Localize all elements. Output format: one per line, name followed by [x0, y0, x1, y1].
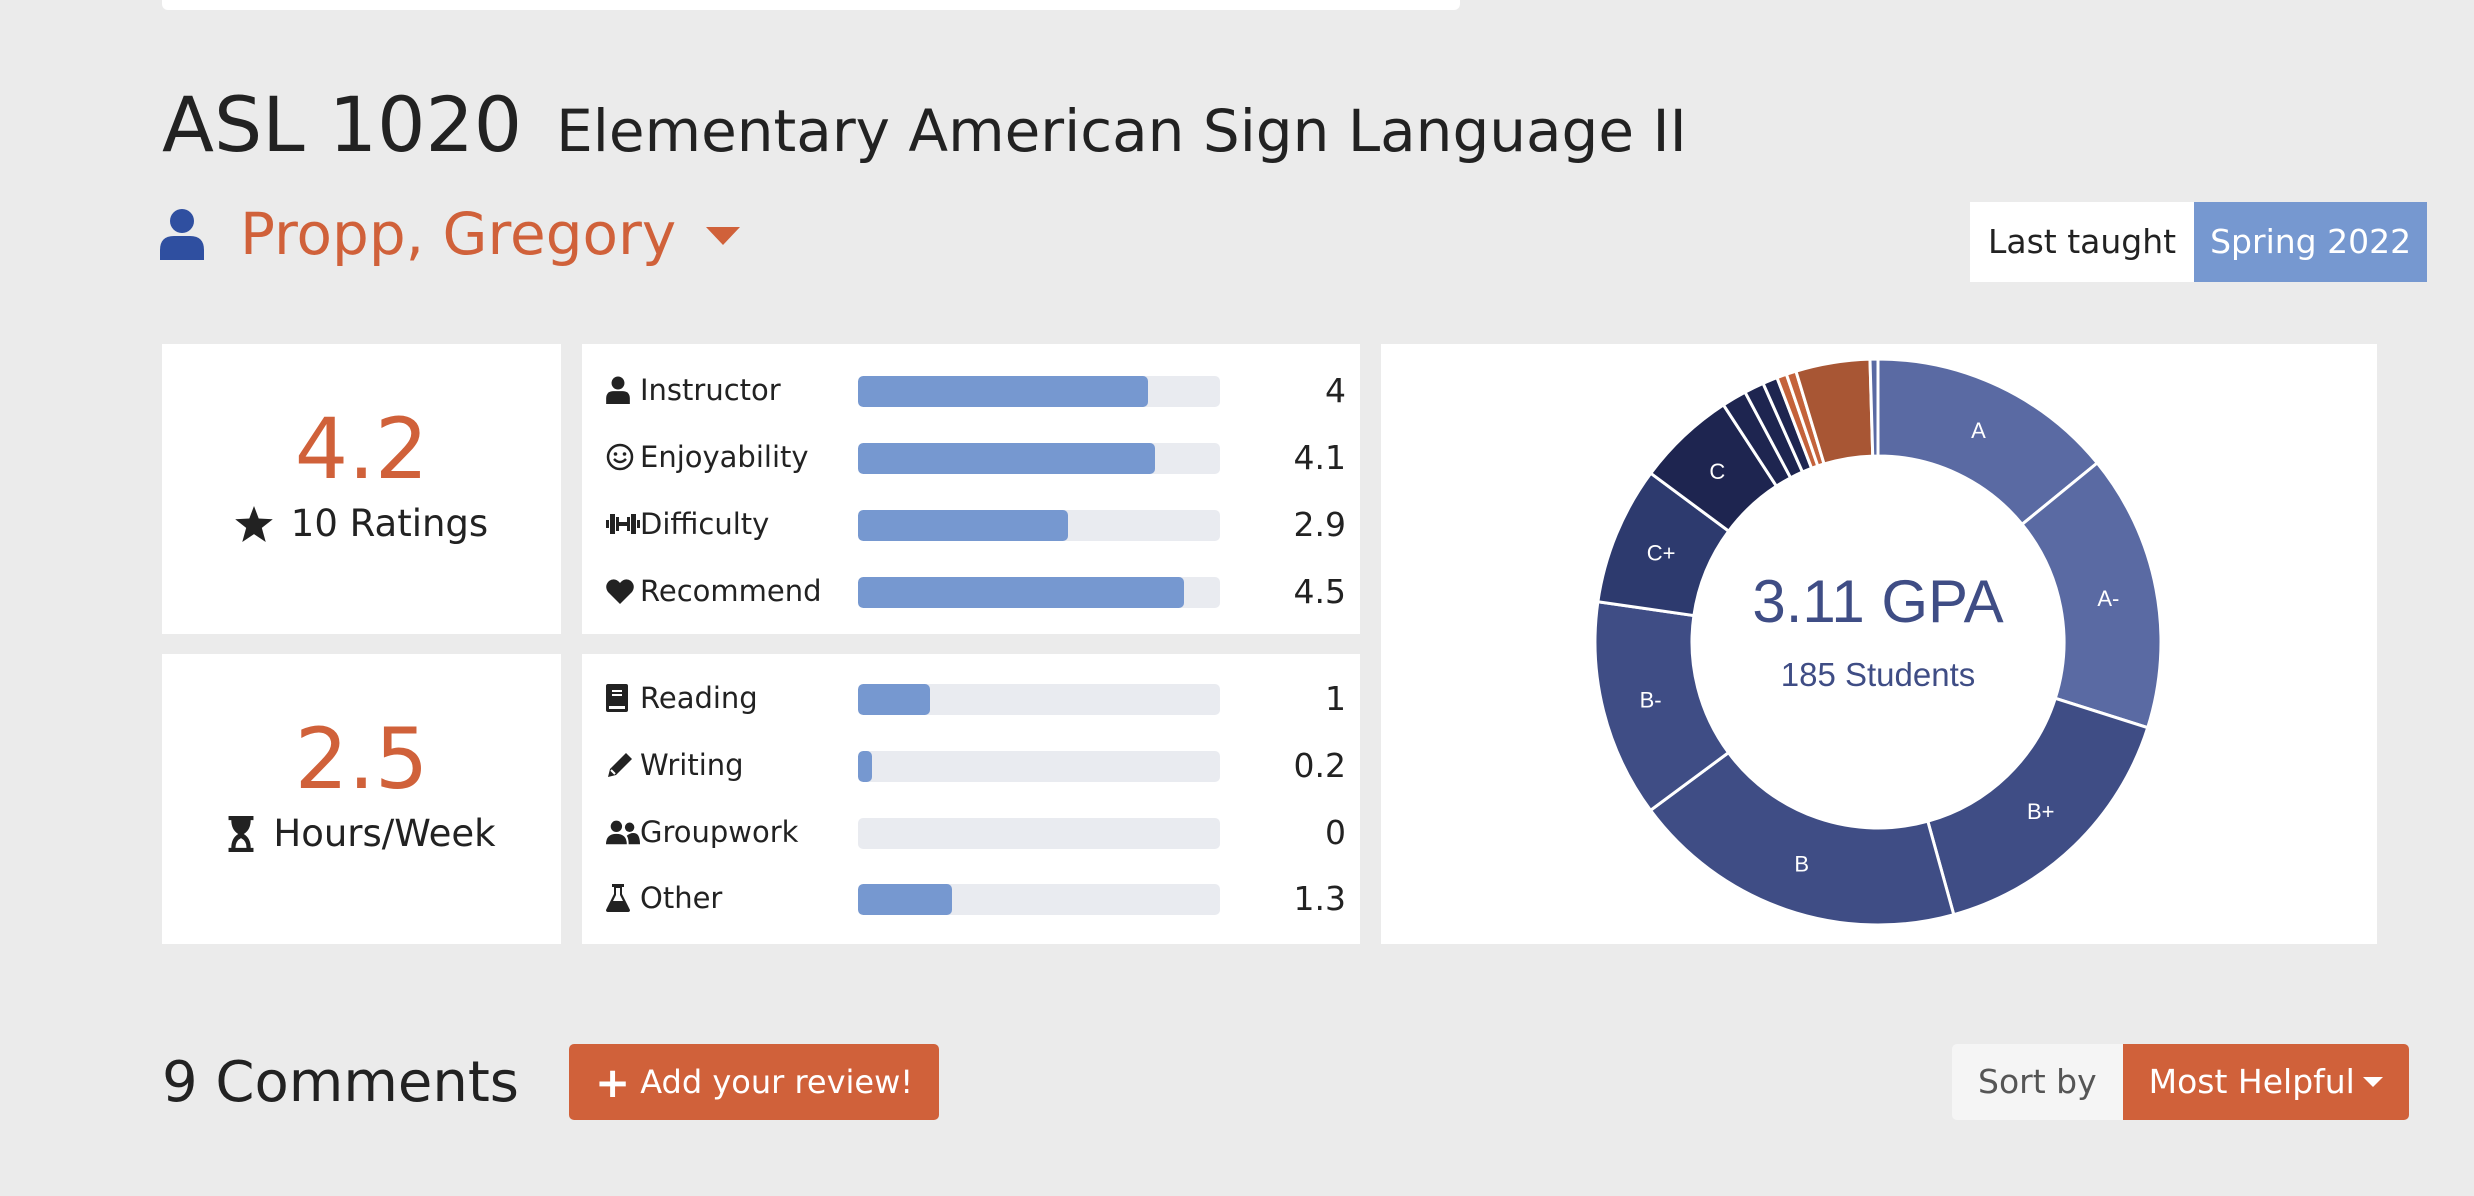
- metric-label: Enjoyability: [640, 440, 809, 474]
- metric-bar-fill: [858, 443, 1155, 474]
- top-search-bar[interactable]: [162, 0, 1460, 10]
- workload-breakdown-card: Reading 1 Writing 0.2 Groupwork 0 Other …: [582, 654, 1360, 944]
- workload-row-reading: Reading 1: [606, 676, 1346, 720]
- workload-value: 0: [1325, 812, 1346, 852]
- hours-label: Hours/Week: [273, 812, 496, 855]
- user-icon: [606, 376, 630, 404]
- gpa-value: 3.11 GPA: [1752, 568, 2003, 635]
- workload-bar: [858, 884, 1220, 915]
- workload-row-other: Other 1.3: [606, 876, 1346, 920]
- metric-value: 2.9: [1293, 504, 1346, 544]
- hours-label-row: Hours/Week: [162, 812, 561, 855]
- professor-name[interactable]: Propp, Gregory: [240, 200, 676, 268]
- grade-slice-label: B: [1794, 852, 1809, 877]
- dumbbell-icon: [606, 514, 640, 534]
- metric-bar-fill: [858, 376, 1148, 407]
- comments-header: 9 Comments + Add your review!: [162, 1044, 940, 1120]
- sort-control: Sort by Most Helpful: [1952, 1044, 2409, 1120]
- metric-bar: [858, 510, 1220, 541]
- workload-value: 1.3: [1293, 878, 1346, 918]
- sort-label: Sort by: [1952, 1044, 2123, 1120]
- metric-value: 4: [1325, 370, 1346, 410]
- add-review-label: Add your review!: [640, 1063, 914, 1101]
- book-icon: [606, 684, 628, 712]
- workload-bar-fill: [858, 884, 953, 915]
- grade-slice-label: B+: [2027, 799, 2055, 824]
- workload-label: Other: [640, 881, 723, 915]
- workload-label: Groupwork: [640, 815, 799, 849]
- plus-icon: +: [594, 1057, 631, 1107]
- grade-slice-label: C: [1709, 459, 1725, 484]
- flask-icon: [606, 884, 630, 912]
- last-taught-badge: Last taught Spring 2022: [1970, 202, 2428, 282]
- course-title: ASL 1020 Elementary American Sign Langua…: [162, 80, 1687, 169]
- chevron-down-icon[interactable]: [706, 227, 741, 245]
- workload-row-writing: Writing 0.2: [606, 743, 1346, 787]
- comments-count: 9 Comments: [162, 1049, 519, 1115]
- heart-icon: [606, 579, 634, 604]
- add-review-button[interactable]: + Add your review!: [568, 1044, 940, 1120]
- star-icon: [234, 505, 273, 542]
- workload-bar-fill: [858, 751, 873, 782]
- workload-value: 0.2: [1293, 745, 1346, 785]
- grade-slice[interactable]: [1868, 357, 1880, 458]
- sort-dropdown[interactable]: Most Helpful: [2122, 1044, 2409, 1120]
- metric-label: Difficulty: [640, 507, 770, 541]
- grade-slice-label: B-: [1640, 687, 1662, 712]
- rating-card: 4.2 10 Ratings: [162, 344, 561, 634]
- metric-row-recommend: Recommend 4.5: [606, 569, 1346, 613]
- workload-row-groupwork: Groupwork 0: [606, 810, 1346, 854]
- grade-distribution-chart: A A- B+ B B- C+ C 3.11 GPA 185 Students: [1593, 357, 2163, 927]
- professor-selector[interactable]: Propp, Gregory: [160, 200, 741, 268]
- rating-count: 10 Ratings: [162, 502, 561, 545]
- metric-bar: [858, 443, 1220, 474]
- student-count: 185 Students: [1781, 656, 1976, 693]
- metric-bar: [858, 577, 1220, 608]
- pencil-icon: [608, 753, 632, 777]
- metric-bar: [858, 376, 1220, 407]
- user-icon: [160, 209, 204, 260]
- metric-row-difficulty: Difficulty 2.9: [606, 502, 1346, 546]
- last-taught-value: Spring 2022: [2194, 202, 2428, 282]
- users-icon: [606, 820, 640, 845]
- metric-value: 4.1: [1293, 437, 1346, 477]
- metric-bar-fill: [858, 510, 1068, 541]
- smile-icon: [606, 443, 634, 471]
- rating-value: 4.2: [294, 400, 429, 498]
- metric-row-enjoyability: Enjoyability 4.1: [606, 435, 1346, 479]
- hours-value: 2.5: [294, 710, 429, 808]
- workload-bar: [858, 818, 1220, 849]
- grade-slice-label: C+: [1647, 541, 1676, 566]
- metric-value: 4.5: [1293, 571, 1346, 611]
- metric-row-instructor: Instructor 4: [606, 368, 1346, 412]
- hourglass-icon: [228, 815, 254, 852]
- chevron-down-icon: [2362, 1077, 2383, 1087]
- workload-bar-fill: [858, 684, 931, 715]
- metric-label: Recommend: [640, 574, 822, 608]
- workload-label: Writing: [640, 748, 744, 782]
- last-taught-label: Last taught: [1970, 202, 2195, 282]
- workload-bar: [858, 684, 1220, 715]
- gpa-chart-card: A A- B+ B B- C+ C 3.11 GPA 185 Students: [1381, 344, 2377, 944]
- course-code: ASL 1020: [162, 80, 523, 169]
- workload-value: 1: [1325, 678, 1346, 718]
- rating-count-label: 10 Ratings: [290, 502, 489, 545]
- course-name: Elementary American Sign Language II: [556, 97, 1687, 165]
- metric-bar-fill: [858, 577, 1184, 608]
- ratings-breakdown-card: Instructor 4 Enjoyability 4.1 Difficulty…: [582, 344, 1360, 634]
- grade-slice-label: A: [1971, 418, 1986, 443]
- sort-value: Most Helpful: [2148, 1062, 2355, 1101]
- workload-bar: [858, 751, 1220, 782]
- grade-slice-label: A-: [2097, 586, 2119, 611]
- metric-label: Instructor: [640, 373, 781, 407]
- hours-card: 2.5 Hours/Week: [162, 654, 561, 944]
- workload-label: Reading: [640, 681, 758, 715]
